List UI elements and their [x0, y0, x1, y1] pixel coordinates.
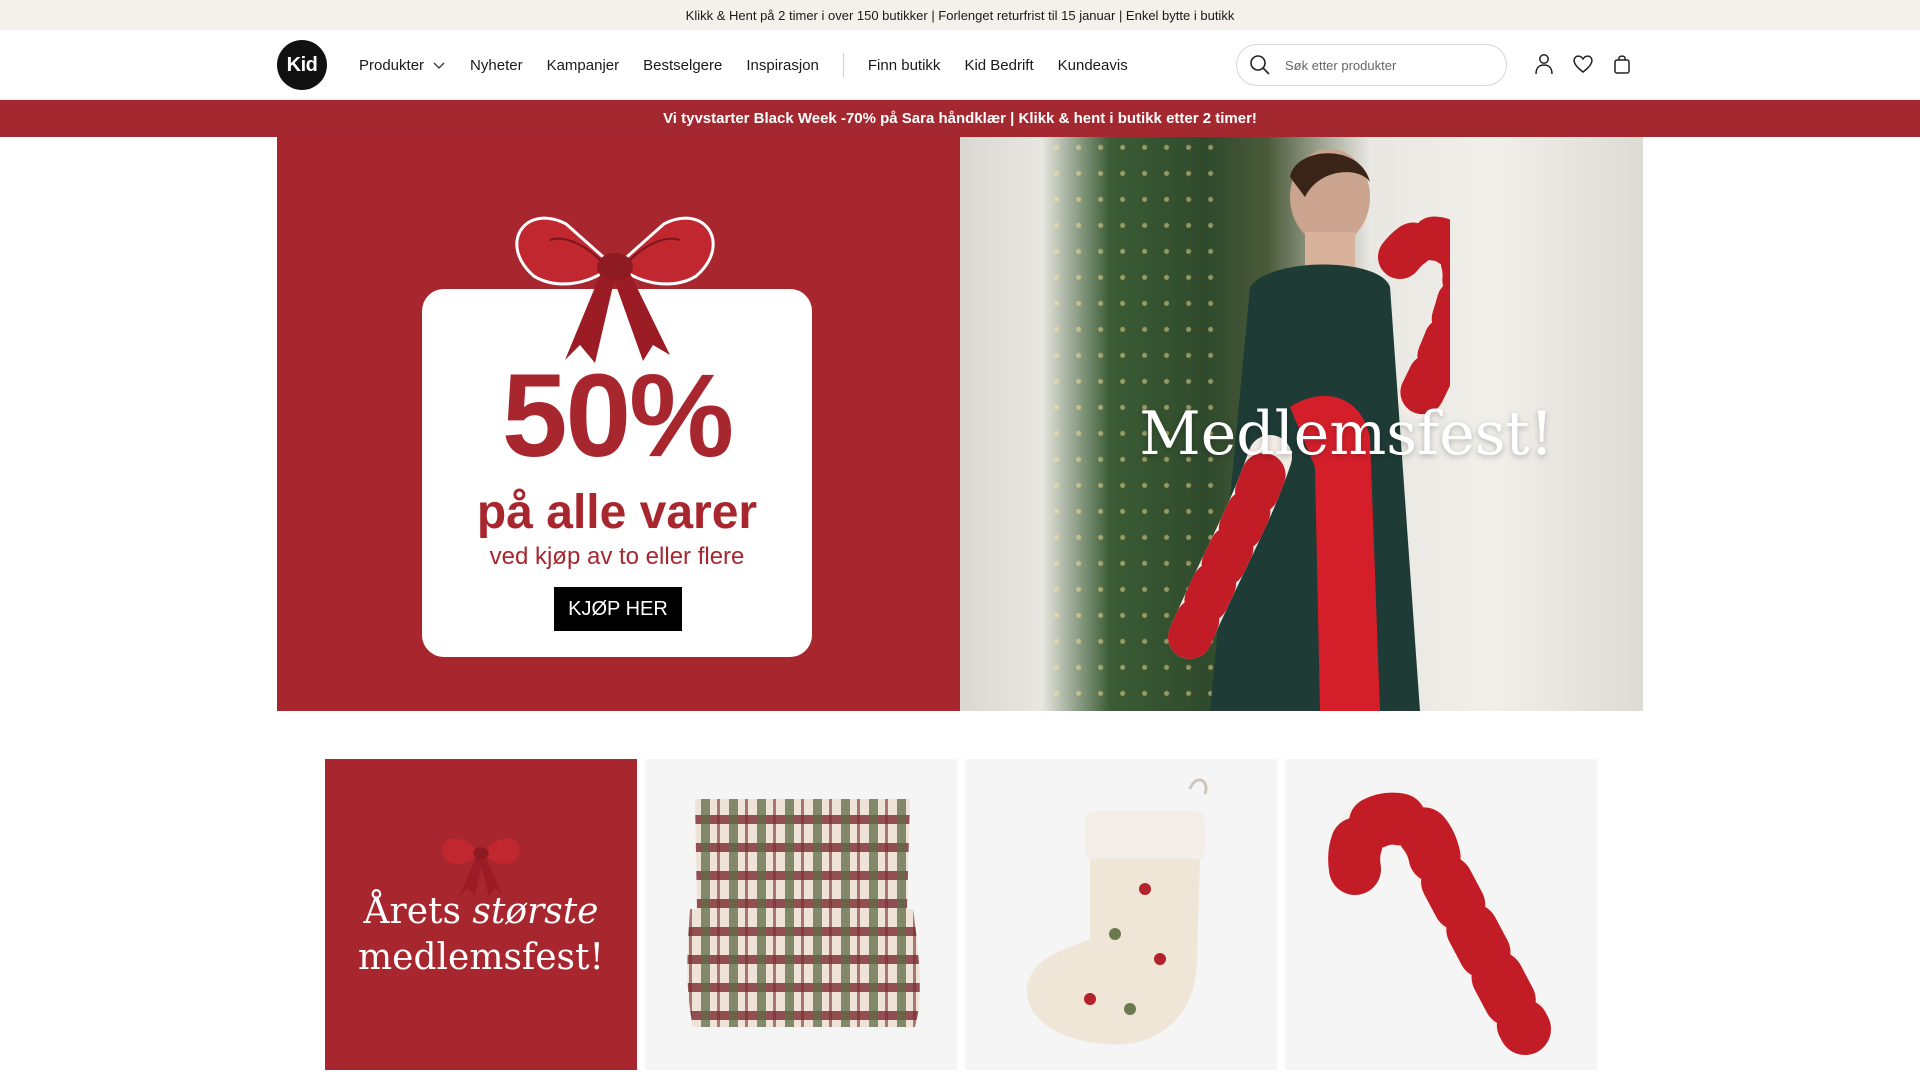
- tile-plaid-bedding[interactable]: [645, 759, 957, 1070]
- tile-member-party-text-c: medlemsfest!: [358, 937, 604, 978]
- red-bow-image: [515, 216, 715, 363]
- promo-text: Vi tyvstarter Black Week -70% på Sara hå…: [663, 110, 1257, 127]
- tile-member-party[interactable]: Årets største medlemsfest!: [325, 759, 637, 1070]
- nav-divider: [842, 53, 844, 77]
- top-info-text: Klikk & Hent på 2 timer i over 150 butik…: [685, 7, 1235, 23]
- nav-bestselgere[interactable]: Bestselgere: [643, 57, 722, 74]
- user-icon[interactable]: [1532, 52, 1556, 76]
- shopping-bag-icon[interactable]: [1610, 52, 1634, 76]
- search-box[interactable]: [1236, 44, 1507, 86]
- tile-candy-cane-pillow[interactable]: [1285, 759, 1597, 1070]
- tile-member-party-text: Årets største medlemsfest!: [325, 889, 637, 981]
- main-nav: Produkter Nyheter Kampanjer Bestselgere …: [359, 30, 1152, 100]
- nav-produkter[interactable]: Produkter: [359, 57, 446, 74]
- hero-banner: 50% på alle varer ved kjøp av to eller f…: [277, 137, 1643, 711]
- christmas-stocking-image: [1026, 778, 1208, 1045]
- nav-kundeavis[interactable]: Kundeavis: [1058, 57, 1128, 74]
- nav-nyheter[interactable]: Nyheter: [470, 57, 523, 74]
- buy-here-button[interactable]: KJØP HER: [554, 587, 682, 631]
- tile-christmas-stocking[interactable]: [965, 759, 1277, 1070]
- hero-offer-panel[interactable]: 50% på alle varer ved kjøp av to eller f…: [277, 137, 960, 711]
- nav-produkter-label: Produkter: [359, 56, 425, 74]
- nav-inspirasjon[interactable]: Inspirasjon: [746, 57, 819, 74]
- plaid-bedding-image: [687, 799, 920, 1027]
- chevron-down-icon: [433, 62, 445, 69]
- small-bow-icon: [442, 838, 520, 897]
- discount-line2: ved kjøp av to eller flere: [489, 543, 745, 570]
- nav-kid-bedrift[interactable]: Kid Bedrift: [964, 57, 1033, 74]
- member-party-title: Medlemsfest!: [1139, 399, 1554, 469]
- heart-icon[interactable]: [1571, 52, 1595, 76]
- tile-member-party-text-a: Årets: [363, 891, 473, 932]
- hero-member-party-image[interactable]: Medlemsfest!: [960, 137, 1643, 711]
- candy-cane-pillow-image: [1328, 792, 1551, 1055]
- search-icon: [1250, 55, 1270, 75]
- kid-logo[interactable]: Kid: [277, 40, 327, 90]
- nav-kampanjer[interactable]: Kampanjer: [547, 57, 620, 74]
- site-header: Kid Produkter Nyheter Kampanjer Bestselg…: [0, 30, 1920, 100]
- discount-percent: 50%: [501, 350, 734, 482]
- search-input[interactable]: [1285, 57, 1485, 73]
- top-info-bar: Klikk & Hent på 2 timer i over 150 butik…: [0, 0, 1920, 30]
- promo-banner[interactable]: Vi tyvstarter Black Week -70% på Sara hå…: [0, 100, 1920, 137]
- discount-line1: på alle varer: [476, 486, 758, 539]
- tile-member-party-text-b: største: [472, 891, 599, 932]
- category-tiles: Årets største medlemsfest!: [325, 759, 1597, 1070]
- nav-finn-butikk[interactable]: Finn butikk: [868, 57, 941, 74]
